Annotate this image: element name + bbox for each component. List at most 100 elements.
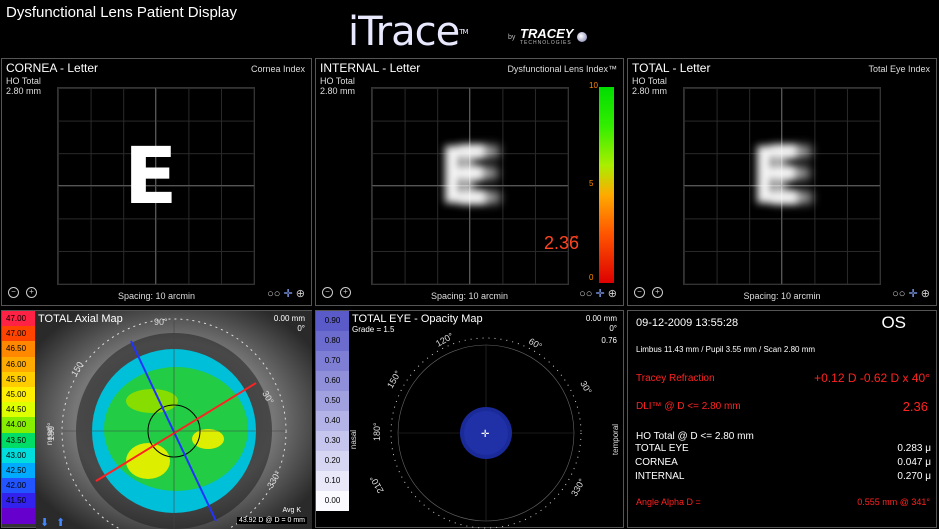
panel-tools: ○○ ✛ ⊕ (892, 287, 930, 300)
settings-icon[interactable]: ⊕ (921, 288, 930, 300)
axial-legend-item (2, 508, 35, 524)
opacity-legend-item: 0.90 (316, 311, 349, 331)
logo-text: iTraceTM (348, 9, 469, 55)
settings-icon[interactable]: ⊕ (296, 288, 305, 300)
axial-legend-item: 43.00 (2, 447, 35, 463)
settings-icon[interactable]: ⊕ (608, 288, 617, 300)
title-bar: Dysfunctional Lens Patient Display iTrac… (0, 0, 939, 56)
internal-letter-panel: INTERNAL - Letter HO Total 2.80 mm Dysfu… (315, 58, 624, 306)
logo-by: by (508, 34, 516, 41)
dli-label: DLI™ @ D <= 2.80 mm (636, 401, 741, 412)
scale-bottom-label: 0 (589, 273, 594, 282)
index-label: Total Eye Index (868, 64, 930, 74)
dli-value: 2.36 (544, 233, 580, 253)
spacing-label: Spacing: 10 arcmin (743, 291, 821, 301)
svg-text:✛: ✛ (481, 429, 489, 440)
app-title: Dysfunctional Lens Patient Display (6, 4, 237, 21)
panel-title: TOTAL Axial Map (38, 313, 123, 325)
panel-title: TOTAL EYE - Opacity Map (352, 313, 483, 325)
ho-row-cornea-value: 0.047 μ (897, 457, 931, 468)
letter-grid: E E (683, 87, 881, 285)
ho-label: HO Total (632, 76, 667, 86)
svg-text:210°: 210° (368, 474, 386, 495)
axial-legend-item: 42.50 (2, 462, 35, 479)
diameter-label: 2.80 mm (6, 86, 42, 96)
svg-text:150°: 150° (385, 369, 403, 390)
axial-legend-item: 46.50 (2, 341, 35, 357)
axial-legend-item: 46.00 (2, 356, 35, 372)
cornea-letter-panel: CORNEA - Letter HO Total 2.80 mm Cornea … (1, 58, 312, 306)
axial-legend-item: 45.50 (2, 371, 35, 387)
refraction-label: Tracey Refraction (636, 373, 715, 384)
axial-legend-item: 47.00 (2, 326, 35, 342)
axial-legend-item: 47.00 (2, 311, 35, 327)
panel-title: CORNEA - Letter (6, 61, 99, 75)
opacity-legend-item: 0.30 (316, 431, 349, 451)
ho-label: HO Total (320, 76, 355, 86)
crosshair-icon[interactable]: ✛ (596, 288, 605, 300)
axial-legend-item: 41.50 (2, 493, 35, 509)
index-label: Cornea Index (250, 64, 305, 74)
axial-legend-item: 44.00 (2, 417, 35, 433)
svg-text:60°: 60° (527, 336, 544, 352)
index-label: Dysfunctional Lens Index™ (507, 64, 617, 74)
summary-panel: 09-12-2009 13:55:28 OS Limbus 11.43 mm /… (627, 310, 937, 528)
exam-datetime: 09-12-2009 13:55:28 (636, 317, 739, 329)
opacity-legend-item: 0.20 (316, 451, 349, 471)
offset-readout: 0.00 mm (585, 314, 617, 323)
angle-readout: 0° (609, 324, 617, 333)
temporal-label: temporal (611, 423, 621, 456)
spacing-label: Spacing: 10 arcmin (430, 291, 509, 301)
dli-scale-bar (599, 87, 614, 283)
panel-title: TOTAL - Letter (632, 61, 711, 75)
letter-image: E (124, 132, 178, 222)
letter-ghost: E (764, 132, 818, 222)
panel-title: INTERNAL - Letter (320, 61, 421, 75)
measurements: Limbus 11.43 mm / Pupil 3.55 mm / Scan 2… (636, 345, 816, 354)
axial-map-image: 90° 150 180° 30° 330° (36, 311, 312, 529)
arrow-up-icon[interactable]: ⬆ (56, 516, 65, 529)
diameter-label: 2.80 mm (632, 86, 668, 96)
svg-text:120°: 120° (434, 331, 455, 349)
eye-label: OS (881, 313, 906, 332)
axial-legend-item: 43.50 (2, 432, 35, 448)
glasses-icon[interactable]: ○○ (579, 288, 592, 300)
crosshair-icon[interactable]: ✛ (909, 288, 918, 300)
angle-readout: 0° (297, 324, 305, 333)
diameter-label: 2.80 mm (320, 86, 356, 96)
opacity-legend-item: 0.10 (316, 471, 349, 491)
opacity-readout: 0.76 (601, 336, 617, 345)
ho-row-internal-label: INTERNAL (635, 471, 685, 482)
opacity-legend-item: 0.60 (316, 371, 349, 391)
ho-total-label: HO Total @ D <= 2.80 mm (636, 431, 754, 442)
logo-globe-icon (577, 32, 587, 42)
arrow-down-icon[interactable]: ⬇ (40, 516, 49, 529)
opacity-map-image: ✛ 120° 60° 150° 30° 180° 210° 330° (368, 331, 594, 529)
avg-k-label: Avg K (282, 507, 301, 514)
nasal-label: nasal (349, 429, 359, 450)
offset-readout: 0.00 mm (273, 314, 305, 323)
opacity-legend-item: 0.80 (316, 331, 349, 351)
axial-legend-item: 45.00 (2, 386, 35, 403)
glasses-icon[interactable]: ○○ (267, 288, 280, 300)
crosshair-icon[interactable]: ✛ (284, 288, 293, 300)
opacity-legend-item: 0.40 (316, 411, 349, 431)
itrace-logo: iTraceTM by TRACEY TECHNOLOGIES (348, 9, 587, 55)
total-letter-panel: TOTAL - Letter HO Total 2.80 mm Total Ey… (627, 58, 937, 306)
panel-tools: ○○ ✛ ⊕ (579, 287, 617, 300)
svg-text:180°: 180° (372, 422, 382, 441)
opacity-legend-item: 0.70 (316, 351, 349, 371)
scale-mid-label: 5 (589, 179, 594, 188)
dli-summary-value: 2.36 (902, 399, 928, 414)
letter-grid: E (57, 87, 255, 285)
angle-alpha-label: Angle Alpha D = (636, 497, 701, 507)
angle-alpha-value: 0.555 mm @ 341° (857, 497, 930, 507)
ho-row-total-value: 0.283 μ (897, 443, 931, 454)
svg-text:90°: 90° (154, 317, 168, 327)
axial-map-panel: 47.00 47.00 46.50 46.00 45.50 45.00 44.50 44.00… (1, 310, 312, 529)
glasses-icon[interactable]: ○○ (892, 288, 905, 300)
opacity-legend-item: 0.50 (316, 391, 349, 411)
grade-label: Grade = 1.5 (352, 325, 395, 334)
nasal-label: nasal (45, 425, 55, 446)
opacity-legend-item: 0.00 (316, 491, 349, 511)
